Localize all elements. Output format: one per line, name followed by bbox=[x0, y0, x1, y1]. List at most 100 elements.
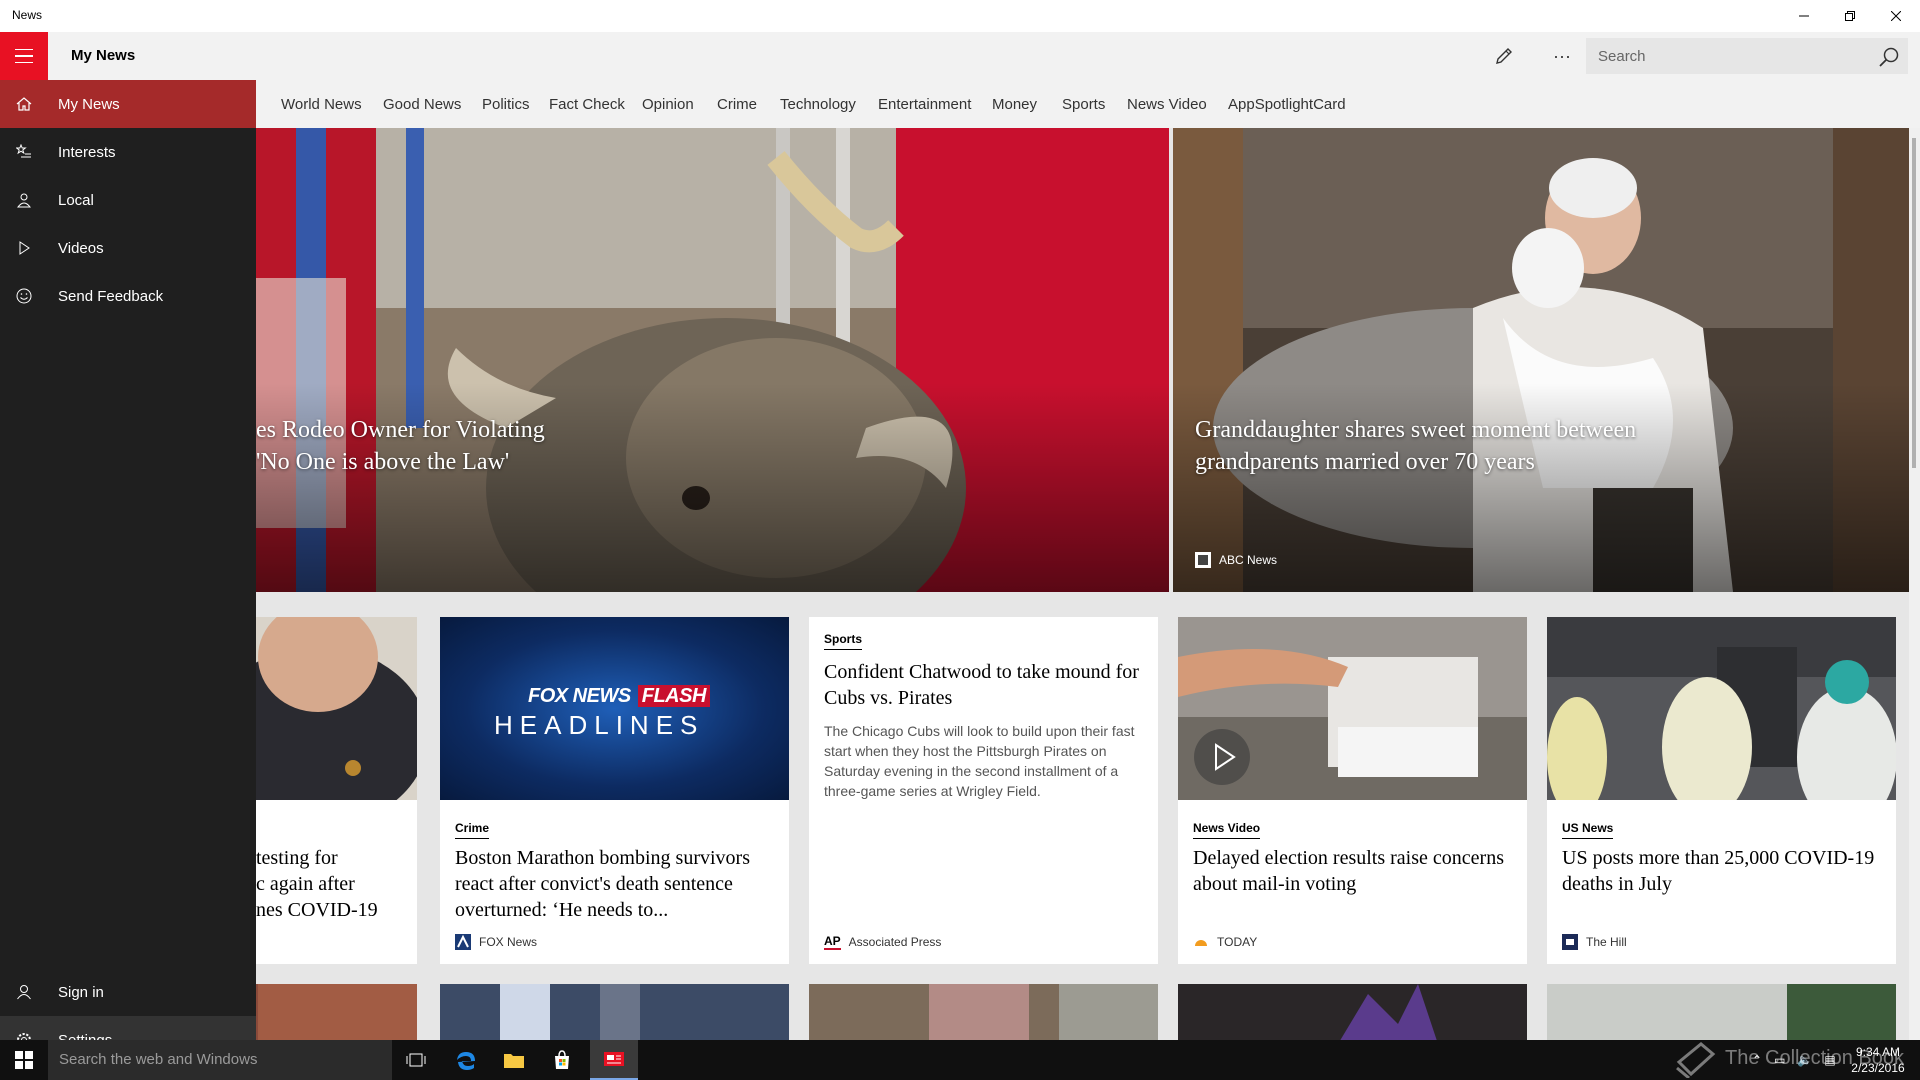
tab-good-news[interactable]: Good News bbox=[383, 96, 461, 113]
pane-item-videos[interactable]: Videos bbox=[0, 224, 256, 272]
play-button[interactable] bbox=[1194, 729, 1250, 785]
card-source: FOX News bbox=[455, 934, 537, 950]
hamburger-icon bbox=[15, 48, 33, 51]
card-category[interactable]: News Video bbox=[1193, 821, 1261, 839]
news-card[interactable]: Sports Confident Chatwood to take mound … bbox=[809, 617, 1158, 964]
task-view-button[interactable] bbox=[392, 1040, 440, 1080]
fox-news-logo-icon bbox=[455, 934, 471, 950]
vertical-scrollbar[interactable] bbox=[1909, 128, 1920, 1040]
news-card[interactable]: FOX NEWS FLASH HEADLINES Crime Boston Ma… bbox=[440, 617, 789, 964]
tab-appspotlightcard[interactable]: AppSpotlightCard bbox=[1228, 96, 1346, 113]
news-card[interactable]: testing for c again after nes COVID-19 bbox=[256, 617, 417, 964]
windows-logo-icon bbox=[15, 1051, 33, 1069]
tab-crime[interactable]: Crime bbox=[717, 96, 757, 113]
abc-news-logo-icon bbox=[1195, 552, 1211, 568]
start-button[interactable] bbox=[0, 1040, 48, 1080]
fox-news-flash-image: FOX NEWS FLASH HEADLINES bbox=[440, 617, 789, 800]
taskbar-search[interactable]: Search the web and Windows bbox=[48, 1040, 392, 1080]
flash-badge: FLASH bbox=[637, 685, 710, 707]
edit-button[interactable] bbox=[1488, 32, 1520, 80]
pane-item-interests[interactable]: Interests bbox=[0, 128, 256, 176]
pane-item-sign-in[interactable]: Sign in bbox=[0, 968, 256, 1016]
edge-taskbar-button[interactable] bbox=[442, 1040, 490, 1080]
window-title: News bbox=[12, 8, 43, 22]
task-view-icon bbox=[406, 1053, 426, 1067]
news-feed: es Rodeo Owner for Violating 'No One is … bbox=[256, 128, 1920, 1040]
tab-world-news[interactable]: World News bbox=[281, 96, 362, 113]
news-card-thumb[interactable] bbox=[809, 984, 1158, 1040]
news-card-thumb[interactable] bbox=[440, 984, 789, 1040]
pencil-icon bbox=[1496, 48, 1512, 64]
tab-entertainment[interactable]: Entertainment bbox=[878, 96, 971, 113]
smiley-icon bbox=[0, 272, 48, 320]
search-box[interactable] bbox=[1586, 38, 1908, 74]
play-icon bbox=[0, 224, 48, 272]
book-watermark-icon bbox=[1676, 1042, 1716, 1078]
card-category[interactable]: Sports bbox=[824, 632, 863, 650]
news-app-icon bbox=[604, 1052, 624, 1066]
tab-news-video[interactable]: News Video bbox=[1127, 96, 1207, 113]
tab-opinion[interactable]: Opinion bbox=[642, 96, 694, 113]
news-card[interactable]: News Video Delayed election results rais… bbox=[1178, 617, 1527, 964]
card-title: Boston Marathon bombing survivors react … bbox=[455, 847, 750, 921]
card-source: AP Associated Press bbox=[824, 934, 942, 950]
hamburger-menu-button[interactable] bbox=[0, 32, 48, 80]
store-icon bbox=[555, 1050, 569, 1069]
tab-fact-check[interactable]: Fact Check bbox=[549, 96, 625, 113]
taskbar: Search the web and Windows ⌃ ▭ 🔈 ▤ 9:34 … bbox=[0, 1040, 1920, 1080]
mail-in-ballots-image bbox=[1178, 617, 1527, 800]
search-input[interactable] bbox=[1586, 38, 1866, 74]
home-icon bbox=[0, 80, 48, 128]
card-title: US posts more than 25,000 COVID-19 death… bbox=[1562, 847, 1875, 895]
more-icon: ··· bbox=[1553, 45, 1571, 66]
rodeo-bull-image bbox=[256, 128, 1169, 592]
person-icon bbox=[0, 968, 48, 1016]
file-explorer-taskbar-button[interactable] bbox=[490, 1040, 538, 1080]
more-options-button[interactable]: ··· bbox=[1546, 32, 1578, 80]
category-tabs: World News Good News Politics Fact Check… bbox=[256, 80, 1920, 128]
news-card-thumb[interactable] bbox=[1178, 984, 1527, 1040]
minimize-button[interactable] bbox=[1781, 0, 1827, 32]
pane-item-local[interactable]: Local bbox=[0, 176, 256, 224]
card-source: TODAY bbox=[1193, 934, 1257, 950]
headlines-wordmark: HEADLINES bbox=[494, 710, 705, 740]
close-button[interactable] bbox=[1873, 0, 1919, 32]
star-list-icon bbox=[0, 128, 48, 176]
news-card-thumb[interactable] bbox=[1547, 984, 1896, 1040]
restore-button[interactable] bbox=[1827, 0, 1873, 32]
news-card-thumb[interactable] bbox=[256, 984, 417, 1040]
ap-logo-icon: AP bbox=[824, 934, 841, 950]
search-icon[interactable] bbox=[1878, 46, 1900, 68]
minimize-icon bbox=[1799, 15, 1809, 17]
card-summary: The Chicago Cubs will look to build upon… bbox=[824, 723, 1135, 799]
hero-source: ABC News bbox=[1195, 552, 1277, 568]
card-title: Confident Chatwood to take mound for Cub… bbox=[824, 661, 1139, 709]
restore-icon bbox=[1845, 11, 1855, 21]
tab-sports[interactable]: Sports bbox=[1062, 96, 1105, 113]
tab-technology[interactable]: Technology bbox=[780, 96, 856, 113]
folder-icon bbox=[504, 1054, 524, 1068]
tab-money[interactable]: Money bbox=[992, 96, 1037, 113]
news-taskbar-button[interactable] bbox=[590, 1040, 638, 1080]
taskbar-search-placeholder: Search the web and Windows bbox=[59, 1051, 258, 1068]
app-header: My News ··· bbox=[0, 32, 1920, 80]
scrollbar-thumb[interactable] bbox=[1912, 138, 1916, 468]
card-image bbox=[256, 617, 417, 800]
person-pin-icon bbox=[0, 176, 48, 224]
pane-item-send-feedback[interactable]: Send Feedback bbox=[0, 272, 256, 320]
navigation-pane: My News Interests Local Videos Send Feed… bbox=[0, 80, 256, 1064]
edge-icon bbox=[457, 1052, 475, 1070]
pane-item-my-news[interactable]: My News bbox=[0, 80, 256, 128]
close-icon bbox=[1891, 11, 1901, 21]
the-hill-logo-icon bbox=[1562, 934, 1578, 950]
card-source: The Hill bbox=[1562, 934, 1627, 950]
hero-story-grandparents[interactable]: Granddaughter shares sweet moment betwee… bbox=[1173, 128, 1909, 592]
hero-story-rodeo[interactable]: es Rodeo Owner for Violating 'No One is … bbox=[256, 128, 1169, 592]
hero-headline: Granddaughter shares sweet moment betwee… bbox=[1195, 417, 1637, 475]
card-category[interactable]: US News bbox=[1562, 821, 1614, 839]
card-category[interactable]: Crime bbox=[455, 821, 490, 839]
tab-politics[interactable]: Politics bbox=[482, 96, 530, 113]
store-taskbar-button[interactable] bbox=[538, 1040, 586, 1080]
news-card[interactable]: US News US posts more than 25,000 COVID-… bbox=[1547, 617, 1896, 964]
title-bar: News bbox=[0, 0, 1920, 32]
